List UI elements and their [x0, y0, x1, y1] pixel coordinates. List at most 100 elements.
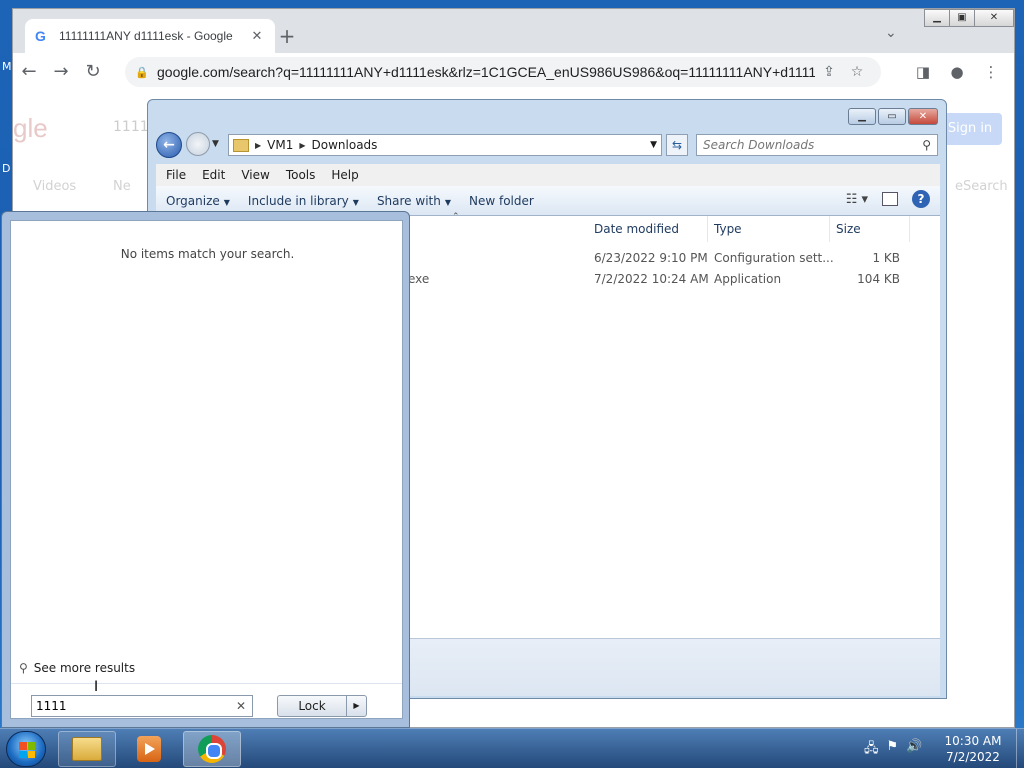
close-button[interactable]: ✕ [908, 108, 938, 125]
forward-button[interactable] [186, 132, 210, 156]
lock-button-group: Lock ▶ [277, 695, 367, 717]
search-query-text[interactable]: 1111 [113, 119, 149, 135]
preview-pane-icon[interactable] [882, 192, 898, 206]
folder-icon [72, 737, 102, 761]
menu-file[interactable]: File [158, 168, 194, 182]
file-name-tail[interactable]: exe [408, 272, 429, 286]
chevron-right-icon[interactable]: ▶ [299, 141, 305, 150]
close-tab-icon[interactable]: ✕ [249, 29, 265, 44]
sign-in-button[interactable]: Sign in [938, 113, 1002, 145]
lock-icon[interactable]: 🔒 [135, 66, 149, 79]
taskbar-media-player[interactable] [120, 731, 178, 767]
file-type[interactable]: Application [714, 272, 781, 286]
start-search-box[interactable]: ✕ [31, 695, 253, 717]
maximize-button[interactable]: ▭ [878, 108, 906, 125]
taskbar-chrome[interactable] [183, 731, 241, 767]
no-results-message: No items match your search. [120, 247, 295, 261]
recent-pages-dropdown-icon[interactable]: ▼ [212, 139, 219, 149]
chevron-right-icon[interactable]: ▶ [255, 141, 261, 150]
start-button[interactable] [6, 731, 46, 767]
maximize-button[interactable]: ▣ [949, 9, 975, 27]
file-date[interactable]: 7/2/2022 10:24 AM [594, 272, 709, 286]
include-in-library-button[interactable]: Include in library ▼ [238, 194, 367, 208]
search-icon[interactable]: ⚲ [922, 138, 931, 152]
column-date-modified[interactable]: Date modified [588, 216, 708, 242]
bookmark-star-icon[interactable]: ☆ [843, 64, 871, 80]
see-more-results-link[interactable]: ⚲ See more results [19, 661, 135, 675]
media-player-icon [137, 736, 161, 762]
search-results-panel: No items match your search. ⚲ See more r… [10, 220, 403, 719]
menu-help[interactable]: Help [323, 168, 366, 182]
windows-logo-icon [19, 742, 35, 758]
new-tab-button[interactable]: + [275, 25, 299, 49]
text-cursor-icon: I [94, 679, 99, 695]
help-icon[interactable]: ? [912, 190, 930, 208]
url-text[interactable]: google.com/search?q=11111111ANY+d1111esk… [157, 64, 815, 80]
minimize-button[interactable]: ▁ [848, 108, 876, 125]
close-button[interactable]: ✕ [974, 9, 1014, 27]
start-search-input[interactable] [36, 699, 234, 713]
network-icon[interactable]: 🖧 [864, 739, 879, 761]
column-size[interactable]: Size [830, 216, 910, 242]
sort-arrow-icon: ⌃ [452, 212, 460, 222]
search-downloads-field[interactable]: ⚲ [696, 134, 938, 156]
file-size[interactable]: 104 KB [846, 272, 900, 286]
browser-toolbar: ← → ↻ 🔒 google.com/search?q=11111111ANY+… [13, 53, 1014, 91]
system-tray: 🖧 ⚑ 🔊 [864, 739, 922, 761]
clock[interactable]: 10:30 AM 7/2/2022 [930, 733, 1016, 765]
start-menu: No items match your search. ⚲ See more r… [1, 211, 410, 728]
search-input[interactable] [703, 138, 923, 152]
chrome-icon [198, 735, 226, 763]
google-logo[interactable]: gle [13, 113, 48, 144]
tab-search-icon[interactable]: ⌄ [885, 25, 897, 41]
organize-button[interactable]: Organize ▼ [156, 194, 238, 208]
show-desktop-button[interactable] [1016, 729, 1024, 768]
share-with-button[interactable]: Share with ▼ [367, 194, 459, 208]
divider [11, 683, 402, 684]
side-panel-icon[interactable]: ◨ [908, 57, 938, 87]
new-folder-button[interactable]: New folder [459, 194, 542, 208]
menu-view[interactable]: View [233, 168, 277, 182]
file-type[interactable]: Configuration sett... [714, 251, 834, 265]
clock-time: 10:30 AM [944, 734, 1002, 748]
change-view-icon[interactable]: ☷ ▾ [846, 192, 868, 207]
forward-button[interactable]: → [45, 56, 77, 88]
menu-bar: File Edit View Tools Help [156, 164, 940, 186]
clock-date: 7/2/2022 [946, 750, 1000, 764]
desktop-icon-label: M [2, 60, 12, 73]
file-size[interactable]: 1 KB [846, 251, 900, 265]
tab-videos[interactable]: Videos [33, 179, 76, 194]
safesearch-link[interactable]: eSearch [955, 179, 1008, 194]
refresh-button[interactable]: ⇆ [666, 134, 688, 156]
address-bar[interactable]: 🔒 google.com/search?q=11111111ANY+d1111e… [125, 57, 881, 87]
tab-news[interactable]: Ne [113, 179, 131, 194]
column-type[interactable]: Type [708, 216, 830, 242]
folder-icon [233, 138, 249, 152]
back-button[interactable]: ← [13, 56, 45, 88]
profile-avatar-icon[interactable]: ● [942, 57, 972, 87]
address-dropdown-icon[interactable]: ▼ [650, 140, 657, 150]
reload-button[interactable]: ↻ [77, 56, 109, 88]
tab-title: 11111111ANY d1111esk - Google [59, 29, 233, 43]
file-date[interactable]: 6/23/2022 9:10 PM [594, 251, 708, 265]
menu-kebab-icon[interactable]: ⋮ [976, 57, 1006, 87]
lock-button[interactable]: Lock [278, 696, 346, 716]
minimize-button[interactable]: ▁ [924, 9, 950, 27]
address-bar[interactable]: ▶ VM1 ▶ Downloads ▼ [228, 134, 662, 156]
menu-edit[interactable]: Edit [194, 168, 233, 182]
taskbar-explorer[interactable] [58, 731, 116, 767]
shutdown-options-arrow-icon[interactable]: ▶ [346, 696, 366, 716]
menu-tools[interactable]: Tools [278, 168, 324, 182]
volume-icon[interactable]: 🔊 [906, 739, 922, 761]
breadcrumb-vm1[interactable]: VM1 [267, 138, 293, 152]
clear-search-icon[interactable]: ✕ [234, 699, 248, 713]
see-more-label[interactable]: See more results [34, 661, 135, 675]
search-icon: ⚲ [19, 661, 28, 675]
breadcrumb-downloads[interactable]: Downloads [312, 138, 378, 152]
share-icon[interactable]: ⇪ [815, 64, 843, 80]
back-button[interactable]: ← [156, 132, 182, 158]
action-center-flag-icon[interactable]: ⚑ [887, 739, 899, 761]
browser-tab[interactable]: G 11111111ANY d1111esk - Google ✕ [25, 19, 275, 53]
window-controls: ▁ ▣ ✕ [924, 9, 1014, 27]
desktop-icon-label: D [2, 162, 11, 175]
